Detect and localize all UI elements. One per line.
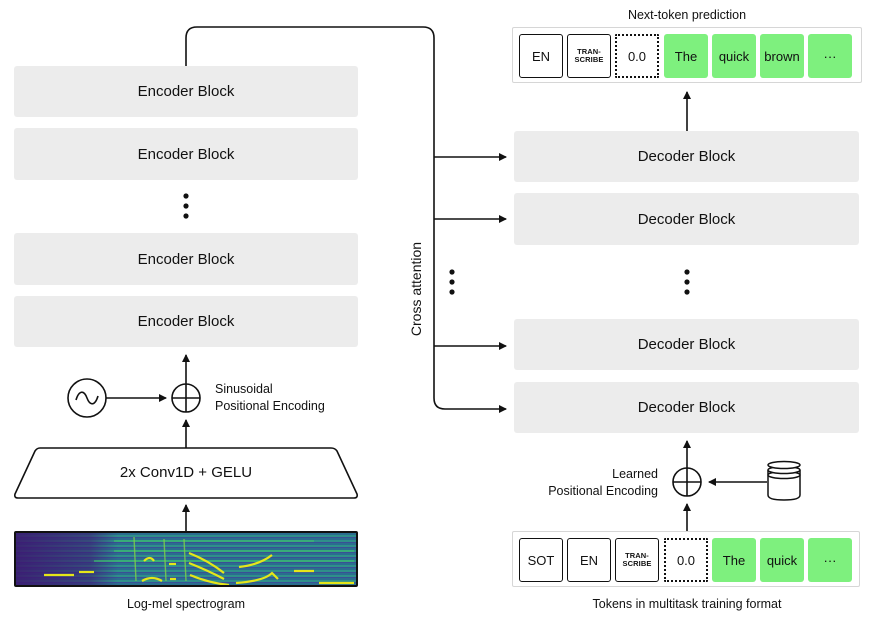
token-text: quick xyxy=(712,34,756,78)
token-special-small: TRAN- SCRIBE xyxy=(615,538,659,582)
sine-wave-icon xyxy=(67,378,107,418)
token-label: TRAN- SCRIBE xyxy=(622,551,652,568)
encoder-block-label: Encoder Block xyxy=(137,145,235,163)
decoder-block-label: Decoder Block xyxy=(637,399,736,416)
encoder-block-label: Encoder Block xyxy=(137,83,235,100)
token-label: quick xyxy=(718,48,750,64)
token-label: ··· xyxy=(823,552,837,568)
decoder-block-label: Decoder Block xyxy=(637,210,736,228)
token-special: EN xyxy=(519,34,563,78)
decoder-circle-plus-icon xyxy=(672,467,702,497)
spectrogram-caption: Log-mel spectrogram xyxy=(126,597,246,611)
encoder-block-3: Encoder Block xyxy=(14,233,358,285)
encoder-ellipsis xyxy=(183,193,189,219)
decoder-block-1: Decoder Block xyxy=(514,131,859,182)
token-text: The xyxy=(712,538,756,582)
token-timestamp: 0.0 xyxy=(615,34,659,78)
decoder-ellipsis xyxy=(684,269,690,295)
token-label: EN xyxy=(531,48,551,64)
token-label: ··· xyxy=(823,48,837,64)
spectrogram-harmonics xyxy=(44,536,354,585)
token-label: 0.0 xyxy=(676,552,696,568)
conv-label: 2x Conv1D + GELU xyxy=(119,464,253,481)
encoder-block-4: Encoder Block xyxy=(14,296,358,347)
token-label: The xyxy=(674,48,698,64)
token-text: brown xyxy=(760,34,804,78)
decoder-block-label: Decoder Block xyxy=(637,148,736,165)
decoder-block-4: Decoder Block xyxy=(514,382,859,433)
decoder-block-3: Decoder Block xyxy=(514,319,859,370)
cross-attention-label: Cross attention xyxy=(408,241,424,337)
token-label: 0.0 xyxy=(627,48,647,64)
token-text: ··· xyxy=(808,538,852,582)
token-text: ··· xyxy=(808,34,852,78)
token-label: quick xyxy=(766,552,798,568)
token-timestamp: 0.0 xyxy=(664,538,708,582)
database-icon xyxy=(767,460,801,501)
token-text: The xyxy=(664,34,708,78)
token-label: EN xyxy=(579,552,599,568)
encoder-block-2: Encoder Block xyxy=(14,128,358,180)
token-special-small: TRAN- SCRIBE xyxy=(567,34,611,78)
token-special: SOT xyxy=(519,538,563,582)
log-mel-spectrogram xyxy=(14,531,358,587)
token-label: TRAN- SCRIBE xyxy=(574,47,604,64)
encoder-circle-plus-icon xyxy=(171,383,201,413)
token-label: brown xyxy=(764,48,800,64)
cross-attention-ellipsis xyxy=(449,269,455,295)
learned-pe-label: Learned Positional Encoding xyxy=(548,467,658,498)
decoder-block-label: Decoder Block xyxy=(637,336,736,353)
encoder-block-label: Encoder Block xyxy=(137,250,235,268)
decoder-block-2: Decoder Block xyxy=(514,193,859,245)
token-label: SOT xyxy=(527,552,555,568)
input-tokens-caption: Tokens in multitask training format xyxy=(592,597,782,611)
encoder-block-label: Encoder Block xyxy=(137,313,235,330)
encoder-block-1: Encoder Block xyxy=(14,66,358,117)
token-special: EN xyxy=(567,538,611,582)
token-label: The xyxy=(722,552,746,568)
next-token-caption: Next-token prediction xyxy=(627,8,747,22)
sinusoidal-pe-label: Sinusoidal Positional Encoding xyxy=(215,382,325,413)
token-text: quick xyxy=(760,538,804,582)
